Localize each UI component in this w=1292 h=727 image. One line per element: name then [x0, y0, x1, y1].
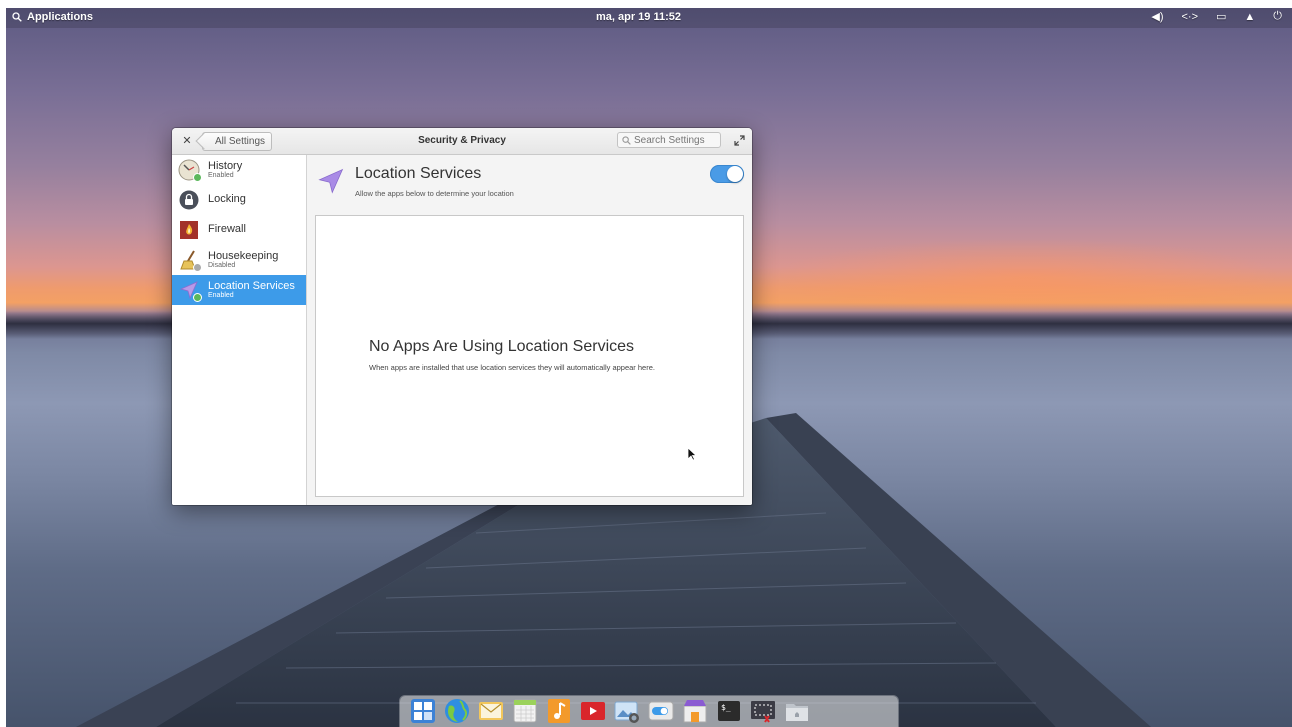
- sidebar-item-status: Disabled: [208, 262, 236, 270]
- calendar-icon: [513, 699, 537, 723]
- settings-toggle-icon: [648, 701, 674, 721]
- sidebar-item-housekeeping[interactable]: Housekeeping Disabled: [172, 245, 306, 275]
- dock-browser[interactable]: [442, 696, 472, 726]
- page-description: Allow the apps below to determine your l…: [355, 189, 514, 198]
- sidebar-item-label: Locking: [208, 193, 246, 206]
- appcenter-icon: [683, 700, 707, 723]
- sidebar-item-status: Enabled: [208, 292, 234, 300]
- search-settings-field[interactable]: [617, 132, 721, 148]
- dock-photos[interactable]: [612, 696, 642, 726]
- broom-icon-wrap: [178, 249, 202, 272]
- network-icon[interactable]: <·>: [1181, 11, 1198, 23]
- dock: $_: [400, 696, 898, 727]
- search-icon: [12, 12, 22, 22]
- mail-icon: [479, 702, 503, 720]
- sidebar-item-label: Location Services: [208, 279, 295, 292]
- panel-clock[interactable]: ma, apr 19 11:52: [596, 11, 681, 23]
- applications-label: Applications: [27, 11, 94, 23]
- svg-text:$_: $_: [721, 703, 731, 712]
- sidebar-item-label: Housekeeping: [208, 249, 279, 262]
- search-icon: [622, 135, 631, 145]
- sidebar-item-label: Firewall: [208, 223, 246, 236]
- status-dot: [193, 293, 202, 302]
- settings-window: ✕ All Settings Security & Privacy Search…: [172, 128, 752, 505]
- music-icon: [548, 699, 570, 723]
- browser-icon: [445, 699, 469, 723]
- firewall-icon: [180, 221, 198, 239]
- status-dot: [193, 173, 202, 182]
- top-panel: Applications ma, apr 19 11:52 ◀) <·> ▭ ▲…: [6, 8, 1292, 28]
- settings-sidebar: History Enabled Locking Firewall Houseke…: [172, 155, 307, 505]
- location-services-toggle[interactable]: [710, 165, 744, 183]
- location-icon-wrap: [178, 279, 202, 302]
- sidebar-item-status: Enabled: [208, 172, 234, 180]
- sidebar-item-locking[interactable]: Locking: [172, 185, 306, 215]
- photos-icon: [614, 701, 639, 723]
- files-icon: [786, 704, 808, 721]
- dock-terminal[interactable]: $_: [714, 696, 744, 726]
- sidebar-item-location-services[interactable]: Location Services Enabled: [172, 275, 306, 305]
- window-titlebar[interactable]: ✕ All Settings Security & Privacy: [172, 128, 752, 155]
- status-dot: [193, 263, 202, 272]
- history-icon-wrap: [178, 159, 202, 182]
- dock-files[interactable]: [782, 696, 812, 726]
- firewall-icon-wrap: [178, 219, 200, 241]
- terminal-icon: $_: [718, 701, 740, 721]
- lock-icon: [179, 190, 199, 210]
- sidebar-item-history[interactable]: History Enabled: [172, 155, 306, 185]
- dock-videos[interactable]: [578, 696, 608, 726]
- search-settings-input[interactable]: [634, 134, 714, 146]
- location-icon: [318, 168, 344, 194]
- apps-list-frame: No Apps Are Using Location Services When…: [315, 215, 744, 497]
- dock-mail[interactable]: [476, 696, 506, 726]
- page-title: Location Services: [355, 165, 482, 182]
- dock-appcenter[interactable]: [680, 696, 710, 726]
- power-icon[interactable]: ⏻: [1273, 10, 1282, 23]
- videos-icon: [581, 702, 605, 720]
- maximize-icon: [734, 135, 745, 146]
- volume-icon[interactable]: ◀): [1151, 10, 1163, 23]
- screenshot-icon: [751, 701, 775, 723]
- applications-menu[interactable]: Applications: [12, 11, 93, 23]
- maximize-button[interactable]: [734, 135, 746, 147]
- dock-music[interactable]: [544, 696, 574, 726]
- dock-system-settings[interactable]: [646, 696, 676, 726]
- lock-icon-wrap: [178, 189, 200, 211]
- dock-calendar[interactable]: [510, 696, 540, 726]
- location-services-pane: Location Services Allow the apps below t…: [307, 155, 752, 505]
- notifications-icon[interactable]: ▲: [1244, 11, 1255, 23]
- sidebar-item-firewall[interactable]: Firewall: [172, 215, 306, 245]
- toggle-knob: [727, 166, 743, 182]
- battery-icon[interactable]: ▭: [1216, 10, 1226, 23]
- multitasking-icon: [411, 699, 435, 723]
- empty-state-title: No Apps Are Using Location Services: [369, 338, 635, 355]
- dock-multitasking[interactable]: [408, 696, 438, 726]
- mouse-cursor-icon: [687, 447, 697, 461]
- sidebar-item-label: History: [208, 159, 243, 172]
- panel-indicators: ◀) <·> ▭ ▲ ⏻: [1151, 10, 1282, 23]
- dock-screenshot[interactable]: [748, 696, 778, 726]
- empty-state-description: When apps are installed that use locatio…: [369, 363, 655, 372]
